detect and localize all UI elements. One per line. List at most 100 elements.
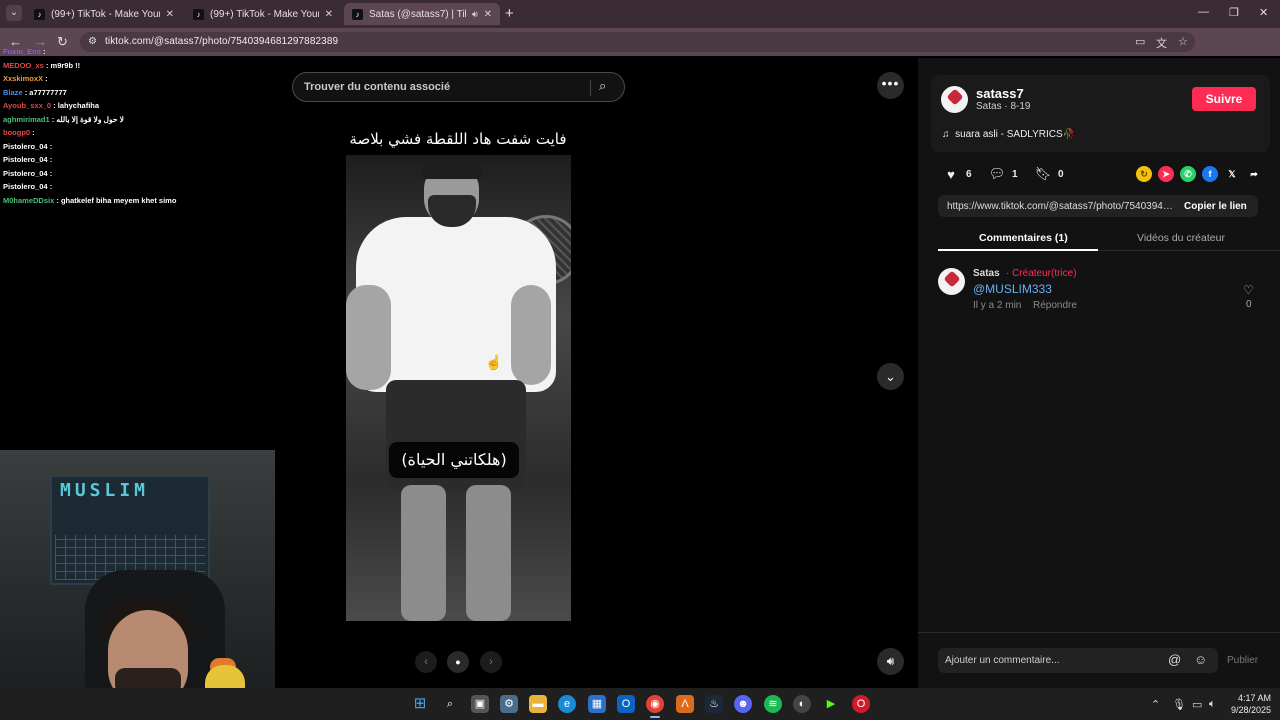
- comment-text[interactable]: @MUSLIM333: [973, 282, 1052, 296]
- next-post-chevron-down-icon[interactable]: ⌄: [877, 363, 904, 390]
- music-title: suara asli - SADLYRICS🥀: [955, 129, 1076, 140]
- taskbar-clock[interactable]: 4:17 AM 9/28/2025: [1226, 692, 1271, 716]
- chat-username: Blaze: [3, 87, 23, 97]
- tiktok-favicon-icon: ♪: [352, 8, 363, 20]
- commenter-avatar[interactable]: [938, 268, 965, 295]
- new-tab-icon[interactable]: +: [505, 5, 514, 22]
- chat-message: aghmirimad1 : لا حول ولا قوة إلا بالله: [0, 113, 275, 127]
- photo-indicator-dot[interactable]: ●: [447, 651, 469, 673]
- tab-comments[interactable]: Commentaires (1): [979, 232, 1068, 244]
- chat-text: : lahychafiha: [53, 101, 100, 110]
- comment-heart-icon[interactable]: ♡: [1243, 283, 1254, 297]
- settings-gear-icon[interactable]: ⚙: [500, 695, 518, 713]
- likes-count: 6: [966, 168, 972, 180]
- speaker-icon[interactable]: 🔊︎: [472, 9, 478, 20]
- facebook-icon[interactable]: f: [1202, 166, 1218, 182]
- related-content-search[interactable]: Trouver du contenu associé ⌕: [292, 72, 625, 102]
- search-icon[interactable]: ⌕: [599, 78, 606, 94]
- app-triangle-icon[interactable]: Λ: [676, 695, 694, 713]
- mention-icon[interactable]: @: [1168, 652, 1181, 667]
- chrome-icon[interactable]: ◉: [646, 695, 664, 713]
- copy-link-button[interactable]: Copier le lien: [1184, 201, 1247, 212]
- microphone-icon[interactable]: 🎙︎: [1172, 698, 1186, 711]
- author-username[interactable]: satass7: [976, 86, 1024, 101]
- compose-divider: [918, 632, 1280, 633]
- chat-message: XxskimoxX :: [0, 72, 275, 86]
- tray-chevron-up-icon[interactable]: ⌃: [1151, 698, 1160, 711]
- bookmark-star-icon[interactable]: ☆: [1178, 35, 1188, 48]
- engagement-stats: ♥ 6 💬︎ 1 🔖︎ 0: [942, 166, 1080, 182]
- more-options-icon[interactable]: •••: [877, 72, 904, 99]
- cast-icon[interactable]: ▭: [1135, 35, 1145, 48]
- file-explorer-icon[interactable]: ▬: [529, 695, 547, 713]
- panel-tabs: Commentaires (1) Vidéos du créateur: [938, 226, 1280, 251]
- emoji-icon[interactable]: ☺: [1194, 652, 1207, 667]
- restore-icon[interactable]: ❐: [1229, 6, 1239, 19]
- browser-tab-3[interactable]: ♪ Satas (@satass7) | TikTok 🔊︎ ✕: [344, 3, 500, 25]
- browser-tab-1[interactable]: ♪ (99+) TikTok - Make Your Day ✕: [26, 3, 182, 25]
- x-icon[interactable]: 𝕏: [1224, 166, 1240, 182]
- tab-creator-videos[interactable]: Vidéos du créateur: [1137, 232, 1225, 244]
- chat-username: XxskimoxX: [3, 74, 44, 83]
- edge-icon[interactable]: e: [558, 695, 576, 713]
- windows-start-icon[interactable]: ⊞: [411, 695, 429, 713]
- close-tab-icon[interactable]: ✕: [325, 9, 333, 20]
- tab-search-icon[interactable]: ⌄: [6, 5, 22, 21]
- chat-message: Pistolero_04 :: [0, 153, 275, 167]
- share-arrow-icon[interactable]: ➦: [1246, 166, 1262, 182]
- kick-icon[interactable]: ▶: [822, 695, 840, 713]
- chat-message: Ayoub_sxx_0 : lahychafiha: [0, 99, 275, 113]
- share-icons: ↻ ➤ ✆ f 𝕏 ➦: [1136, 166, 1262, 182]
- whatsapp-icon[interactable]: ✆: [1180, 166, 1196, 182]
- spotify-icon[interactable]: ≋: [764, 695, 782, 713]
- stream-chat-overlay: Fuxio_Ens : MEDOO_xs : m9r9b !! XxskimoxX …: [0, 45, 275, 215]
- music-row[interactable]: ♫ suara asli - SADLYRICS🥀: [942, 129, 1075, 140]
- app-circle-icon[interactable]: ◐: [793, 695, 811, 713]
- translate-icon[interactable]: 文: [1156, 35, 1167, 51]
- photo-post-image[interactable]: (هلكاتني الحياة): [346, 155, 571, 621]
- comment-icon[interactable]: 💬︎: [988, 166, 1006, 182]
- search-divider: [590, 80, 591, 96]
- chat-text: :: [45, 74, 48, 83]
- tiktok-favicon-icon: ♪: [193, 8, 204, 20]
- close-tab-icon[interactable]: ✕: [166, 9, 174, 20]
- repost-icon[interactable]: ↻: [1136, 166, 1152, 182]
- volume-icon[interactable]: 🔊︎: [877, 648, 904, 675]
- photo-hair: [422, 157, 482, 179]
- comment-placeholder: Ajouter un commentaire...: [945, 655, 1060, 666]
- commenter-name[interactable]: Satas: [973, 268, 1000, 279]
- chat-username: Pistolero_04: [3, 168, 48, 178]
- reply-button[interactable]: Répondre: [1033, 300, 1077, 311]
- display-icon[interactable]: ▭: [1192, 698, 1202, 711]
- share-link-text[interactable]: https://www.tiktok.com/@satass7/photo/75…: [947, 201, 1175, 212]
- active-tab-indicator: [938, 249, 1098, 251]
- chat-text: :: [32, 128, 35, 137]
- chat-message: Pistolero_04 :: [0, 140, 275, 154]
- close-window-icon[interactable]: ✕: [1259, 6, 1268, 19]
- outlook-icon[interactable]: O: [617, 695, 635, 713]
- discord-icon[interactable]: ☻: [734, 695, 752, 713]
- close-tab-icon[interactable]: ✕: [484, 9, 492, 20]
- prev-photo-icon[interactable]: ‹: [415, 651, 437, 673]
- steam-icon[interactable]: ♨: [705, 695, 723, 713]
- chat-username: aghmirimad1: [3, 114, 50, 124]
- photo-subtitle: (هلكاتني الحياة): [389, 442, 519, 478]
- send-icon[interactable]: ➤: [1158, 166, 1174, 182]
- browser-tab-2[interactable]: ♪ (99+) TikTok - Make Your Day ✕: [185, 3, 341, 25]
- tab-title: (99+) TikTok - Make Your Day: [51, 8, 160, 20]
- tab-title: Satas (@satass7) | TikTok: [369, 8, 466, 20]
- next-photo-icon[interactable]: ›: [480, 651, 502, 673]
- store-icon[interactable]: ▦: [588, 695, 606, 713]
- minimize-icon[interactable]: —: [1198, 6, 1209, 18]
- bookmark-icon[interactable]: 🔖︎: [1034, 166, 1052, 182]
- details-panel: [918, 58, 1280, 688]
- publish-button[interactable]: Publier: [1227, 655, 1258, 666]
- author-avatar[interactable]: [941, 86, 968, 113]
- tray-volume-icon[interactable]: 🔈︎: [1209, 698, 1216, 711]
- follow-button[interactable]: Suivre: [1192, 87, 1256, 111]
- task-view-icon[interactable]: ▣: [471, 695, 489, 713]
- comment-input[interactable]: Ajouter un commentaire... @ ☺: [938, 648, 1218, 673]
- heart-icon[interactable]: ♥: [942, 167, 960, 182]
- opera-icon[interactable]: O: [852, 695, 870, 713]
- taskbar-search-icon[interactable]: ⌕: [441, 695, 459, 713]
